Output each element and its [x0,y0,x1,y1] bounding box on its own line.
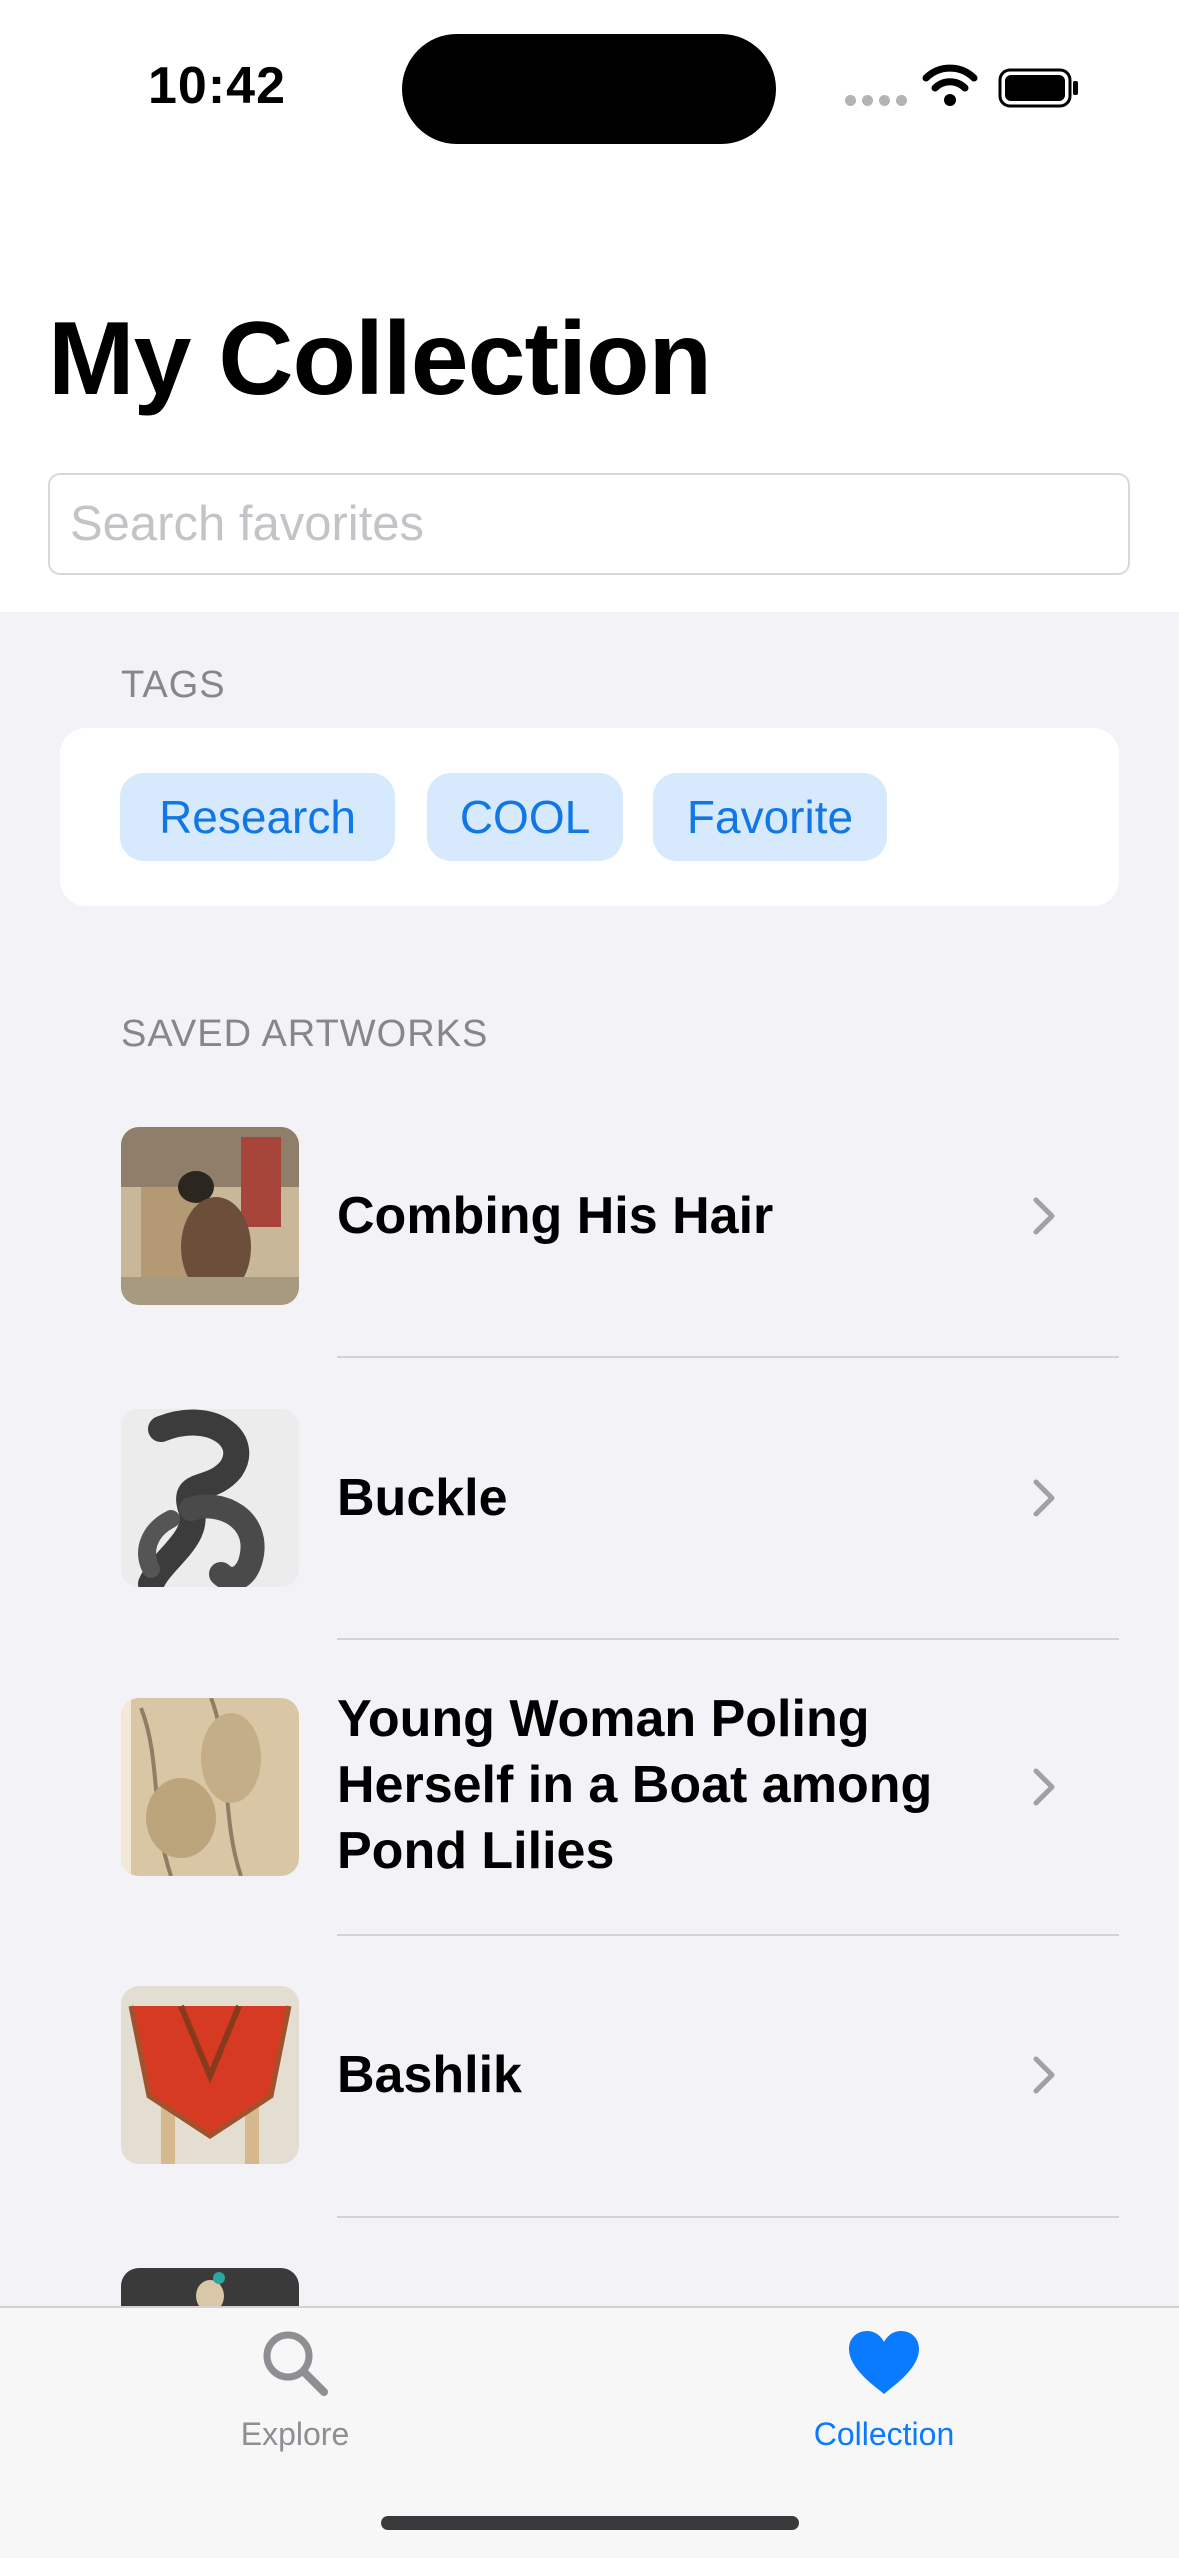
artwork-row[interactable]: Bashlik [0,1986,1179,2216]
artwork-thumbnail [121,1698,299,1876]
tab-explore[interactable]: Explore [145,2308,445,2488]
artwork-title: Buckle [337,1469,508,1527]
tab-label-explore: Explore [240,2416,350,2452]
tab-label-collection: Collection [813,2416,955,2452]
tag-chip-research[interactable]: Research [120,773,395,861]
search-input[interactable] [50,475,1128,573]
dynamic-island [402,34,776,144]
row-divider [337,1356,1119,1358]
artwork-title: Combing His Hair [337,1187,774,1245]
row-divider [337,1638,1119,1640]
row-divider [337,1934,1119,1936]
chevron-right-icon [1033,1768,1055,1806]
magnifier-icon [263,2331,328,2396]
chevron-right-icon [1033,2056,1055,2094]
artwork-thumbnail [121,1409,299,1587]
row-divider [337,2216,1119,2218]
artwork-row[interactable]: Combing His Hair [0,1127,1179,1357]
chevron-right-icon [1033,1479,1055,1517]
artwork-thumbnail [121,1986,299,2164]
search-box[interactable] [48,473,1130,575]
wifi-icon [922,64,978,106]
chevron-right-icon [1033,1197,1055,1235]
tag-chip-favorite[interactable]: Favorite [653,773,887,861]
artworks-section-header: SAVED ARTWORKS [121,1013,489,1055]
cellular-signal-icon [845,95,907,106]
tags-section-header: TAGS [121,664,226,706]
battery-icon [998,68,1078,108]
artwork-row[interactable]: Buckle [0,1409,1179,1639]
artwork-title: Young Woman Poling Herself in a Boat amo… [337,1690,933,1880]
artwork-title: Bashlik [337,2046,522,2104]
artwork-row[interactable]: Young Woman Poling Herself in a Boat amo… [0,1690,1179,1933]
tag-chip-cool[interactable]: COOL [427,773,623,861]
heart-icon [849,2331,919,2394]
tags-card: Research COOL Favorite [60,728,1119,906]
page-title: My Collection [48,301,712,417]
tab-collection[interactable]: Collection [734,2308,1034,2488]
status-time: 10:42 [148,57,286,115]
home-indicator [381,2516,799,2530]
artwork-thumbnail [121,1127,299,1305]
